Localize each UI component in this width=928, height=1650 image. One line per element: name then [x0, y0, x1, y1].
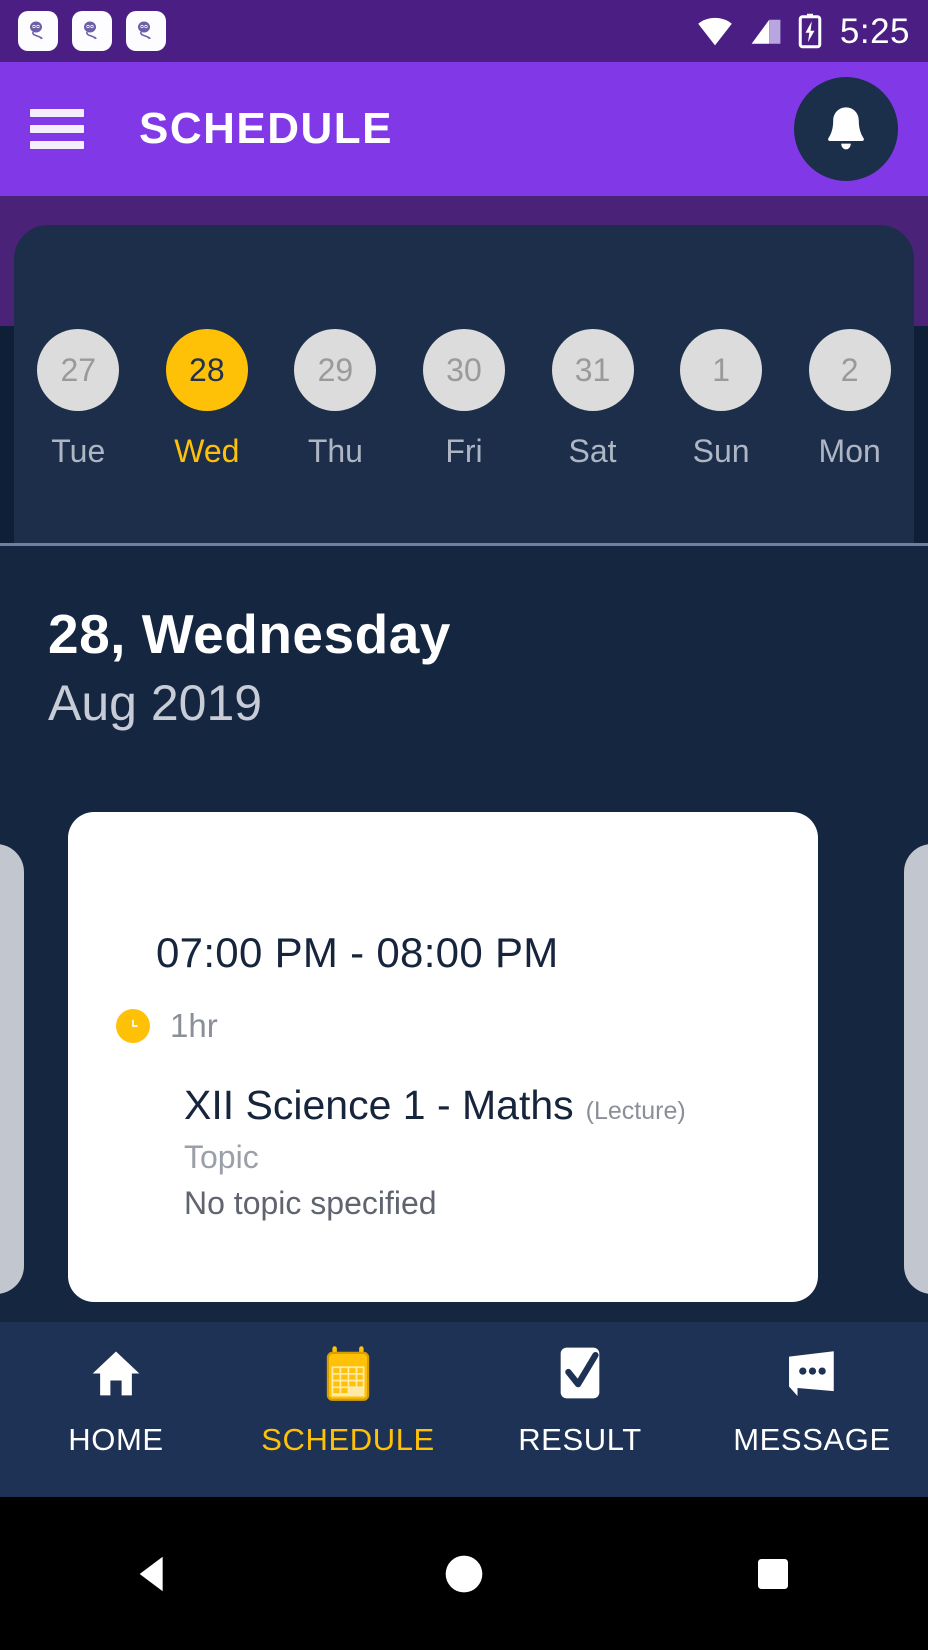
phone-screen: 5:25 SCHEDULE 27 Tue 28 Wed 29 Thu 30 Fr…: [0, 0, 928, 1650]
wifi-icon: [698, 17, 732, 46]
date-number: 2: [808, 329, 891, 411]
nav-item-message[interactable]: MESSAGE: [702, 1342, 922, 1458]
message-glyph: [789, 1351, 834, 1396]
event-subject-row: XII Science 1 - Maths (Lecture): [184, 1082, 686, 1129]
clock-glyph: [124, 1017, 142, 1035]
calendar-icon: [322, 1342, 374, 1404]
event-subject: XII Science 1 - Maths: [184, 1082, 574, 1128]
event-duration-row: 1hr: [116, 1007, 218, 1045]
date-cell-27[interactable]: 27 Tue: [22, 329, 134, 470]
app-notification-icon: [72, 11, 112, 51]
date-number: 31: [551, 329, 634, 411]
date-weekday: Sat: [568, 433, 617, 469]
peek-card-previous[interactable]: [0, 844, 24, 1294]
app-notification-icon: [18, 11, 58, 51]
app-bar: SCHEDULE: [0, 62, 928, 196]
battery-charging-icon: [798, 13, 822, 49]
back-triangle-icon[interactable]: [95, 1534, 215, 1614]
date-weekday: Fri: [445, 433, 483, 469]
date-number: 28: [165, 329, 248, 411]
hamburger-bar: [30, 141, 84, 149]
cellular-signal-icon: [751, 19, 781, 44]
date-cell-30[interactable]: 30 Fri: [408, 329, 520, 470]
ghost-icon: [84, 21, 97, 40]
app-notification-icon: [126, 11, 166, 51]
hamburger-bar: [30, 109, 84, 117]
recents-glyph: [758, 1558, 789, 1589]
nav-label-message: MESSAGE: [733, 1422, 891, 1457]
event-topic-label: Topic: [184, 1139, 259, 1175]
event-card[interactable]: 07:00 PM - 08:00 PM 1hr XII Science 1 - …: [68, 812, 818, 1302]
date-weekday: Thu: [307, 433, 363, 469]
nav-item-home[interactable]: HOME: [6, 1342, 226, 1458]
message-icon: [783, 1342, 841, 1404]
nav-label-schedule: SCHEDULE: [261, 1422, 435, 1457]
home-glyph: [92, 1351, 140, 1396]
event-duration: 1hr: [170, 1007, 218, 1044]
bottom-navigation: HOME SCHEDULE RESULT MESSAGE: [0, 1322, 928, 1497]
back-glyph: [139, 1556, 163, 1591]
hamburger-bar: [30, 125, 84, 133]
calendar-glyph: [326, 1346, 370, 1401]
date-cell-29[interactable]: 29 Thu: [279, 329, 391, 470]
home-circle-icon[interactable]: [404, 1534, 524, 1614]
status-bar-notifications: [18, 11, 166, 51]
notification-button[interactable]: [794, 77, 898, 181]
date-number: 30: [422, 329, 505, 411]
peek-card-next[interactable]: [904, 844, 928, 1294]
ghost-icon: [30, 21, 43, 40]
status-bar-clock: 5:25: [839, 11, 910, 51]
event-carousel[interactable]: 07:00 PM - 08:00 PM 1hr XII Science 1 - …: [0, 812, 928, 1322]
status-bar: 5:25: [0, 0, 928, 62]
date-weekday: Tue: [51, 433, 106, 469]
date-cell-28[interactable]: 28 Wed: [151, 329, 263, 470]
heading-day: 28, Wednesday: [48, 603, 451, 665]
date-weekday: Sun: [692, 433, 750, 469]
result-glyph: [560, 1347, 600, 1399]
home-icon: [88, 1342, 144, 1404]
nav-label-home: HOME: [68, 1422, 164, 1457]
date-cell-2[interactable]: 2 Mon: [794, 329, 906, 470]
heading-month: Aug 2019: [48, 674, 263, 731]
bell-icon: [828, 107, 864, 150]
ghost-icon: [138, 21, 151, 40]
event-session-type: (Lecture): [585, 1097, 686, 1125]
date-number: 29: [294, 329, 377, 411]
nav-label-result: RESULT: [518, 1422, 642, 1457]
date-cell-31[interactable]: 31 Sat: [537, 329, 649, 470]
nav-item-result[interactable]: RESULT: [470, 1342, 690, 1458]
result-check-icon: [555, 1342, 605, 1404]
event-time-range: 07:00 PM - 08:00 PM: [156, 929, 559, 976]
schedule-content: 28, Wednesday Aug 2019 07:00 PM - 08:00 …: [0, 546, 928, 1322]
event-topic-value: No topic specified: [184, 1185, 437, 1221]
home-circle-glyph: [445, 1555, 483, 1592]
system-navigation-bar: [0, 1497, 928, 1650]
clock-icon: [116, 1009, 150, 1043]
date-weekday: Wed: [174, 433, 240, 469]
nav-item-schedule[interactable]: SCHEDULE: [238, 1342, 458, 1458]
selected-date-heading: 28, Wednesday Aug 2019: [48, 603, 451, 734]
date-cell-1[interactable]: 1 Sun: [665, 329, 777, 470]
date-strip: 27 Tue 28 Wed 29 Thu 30 Fri 31 Sat 1 Sun…: [14, 225, 914, 543]
date-number: 1: [680, 329, 763, 411]
date-number: 27: [37, 329, 120, 411]
hamburger-menu-icon[interactable]: [30, 109, 84, 149]
date-weekday: Mon: [818, 433, 881, 469]
status-bar-indicators: 5:25: [695, 13, 910, 49]
page-title: SCHEDULE: [139, 104, 394, 153]
recents-square-icon[interactable]: [713, 1534, 833, 1614]
